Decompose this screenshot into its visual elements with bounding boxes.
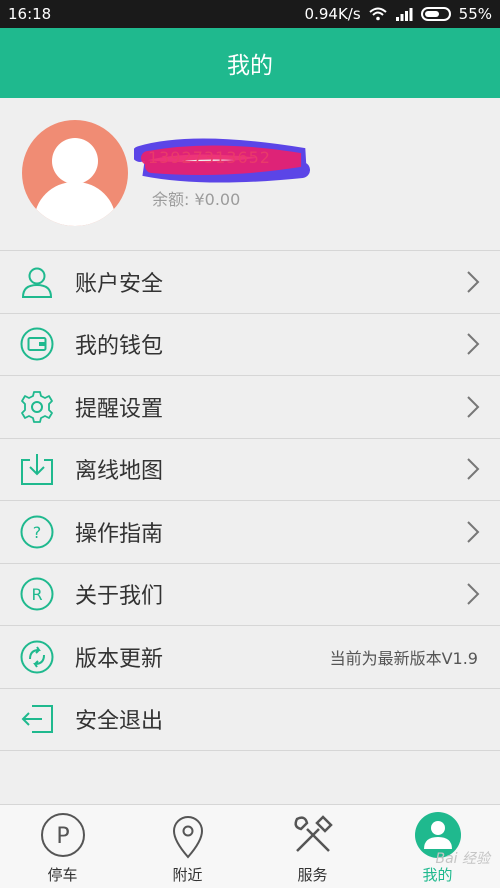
battery-percent: 55% <box>458 5 492 23</box>
chevron-right-icon <box>467 521 480 543</box>
chevron-right-icon <box>467 271 480 293</box>
menu-label: 安全退出 <box>75 709 164 735</box>
menu-item-wallet[interactable]: 我的钱包 <box>0 314 500 376</box>
balance-text: 余额: ¥0.00 <box>152 190 241 209</box>
avatar[interactable] <box>22 120 128 226</box>
r-circle-icon: R <box>20 577 54 611</box>
svg-text:P: P <box>56 824 69 849</box>
logout-icon <box>21 705 53 734</box>
chevron-right-icon <box>467 333 480 355</box>
parking-icon: P <box>41 813 85 857</box>
question-icon: ? <box>20 515 54 549</box>
menu-label: 操作指南 <box>75 521 164 547</box>
chevron-right-icon <box>467 396 480 418</box>
menu-label: 离线地图 <box>75 459 164 485</box>
bottom-tab-bar: P 停车 附近 服务 我的 <box>0 804 500 888</box>
location-icon <box>172 816 204 859</box>
gear-icon <box>21 390 53 423</box>
menu-item-account-security[interactable]: 账户安全 <box>0 251 500 314</box>
chevron-right-icon <box>467 458 480 480</box>
tab-nearby[interactable]: 附近 <box>125 805 250 888</box>
menu-label: 关于我们 <box>75 584 164 610</box>
version-status: 当前为最新版本V1.9 <box>329 648 478 668</box>
signal-icon <box>395 8 413 21</box>
profile-section[interactable]: 13927313652 余额: ¥0.00 <box>0 98 500 250</box>
wifi-icon <box>368 7 387 21</box>
network-speed: 0.94K/s <box>304 5 361 23</box>
svg-text:R: R <box>31 585 42 604</box>
tab-services[interactable]: 服务 <box>250 805 375 888</box>
tab-label: 停车 <box>47 866 78 884</box>
page-title: 我的 <box>227 53 273 79</box>
chevron-right-icon <box>467 583 480 605</box>
download-icon <box>21 454 53 486</box>
tools-icon <box>294 815 333 852</box>
svg-text:?: ? <box>33 523 42 542</box>
refresh-icon <box>20 640 54 674</box>
menu-item-version-update[interactable]: 版本更新 当前为最新版本V1.9 <box>0 626 500 689</box>
page-header: 我的 <box>0 28 500 98</box>
tab-label: 附近 <box>172 866 203 884</box>
menu-item-reminder-settings[interactable]: 提醒设置 <box>0 376 500 439</box>
wallet-icon <box>20 327 54 361</box>
menu-item-offline-map[interactable]: 离线地图 <box>0 439 500 501</box>
status-bar: 16:18 0.94K/s 55% <box>0 0 500 28</box>
settings-menu: 账户安全 我的钱包 提醒设置 离线地图 ? 操作指南 R 关于我们 版本更新 当… <box>0 250 500 751</box>
menu-item-logout[interactable]: 安全退出 <box>0 689 500 751</box>
menu-label: 我的钱包 <box>75 334 164 360</box>
tab-parking[interactable]: P 停车 <box>0 805 125 888</box>
phone-number: 13927313652 <box>148 148 271 167</box>
tab-label: 服务 <box>297 866 328 884</box>
menu-label: 账户安全 <box>75 271 164 297</box>
battery-icon <box>420 7 451 21</box>
tab-mine[interactable]: 我的 <box>375 805 500 888</box>
menu-item-about-us[interactable]: R 关于我们 <box>0 564 500 626</box>
user-icon <box>21 267 53 298</box>
menu-item-guide[interactable]: ? 操作指南 <box>0 501 500 564</box>
status-time: 16:18 <box>8 5 52 23</box>
watermark: Bai 经验 <box>435 851 490 867</box>
menu-label: 版本更新 <box>75 646 164 672</box>
menu-label: 提醒设置 <box>75 396 164 422</box>
